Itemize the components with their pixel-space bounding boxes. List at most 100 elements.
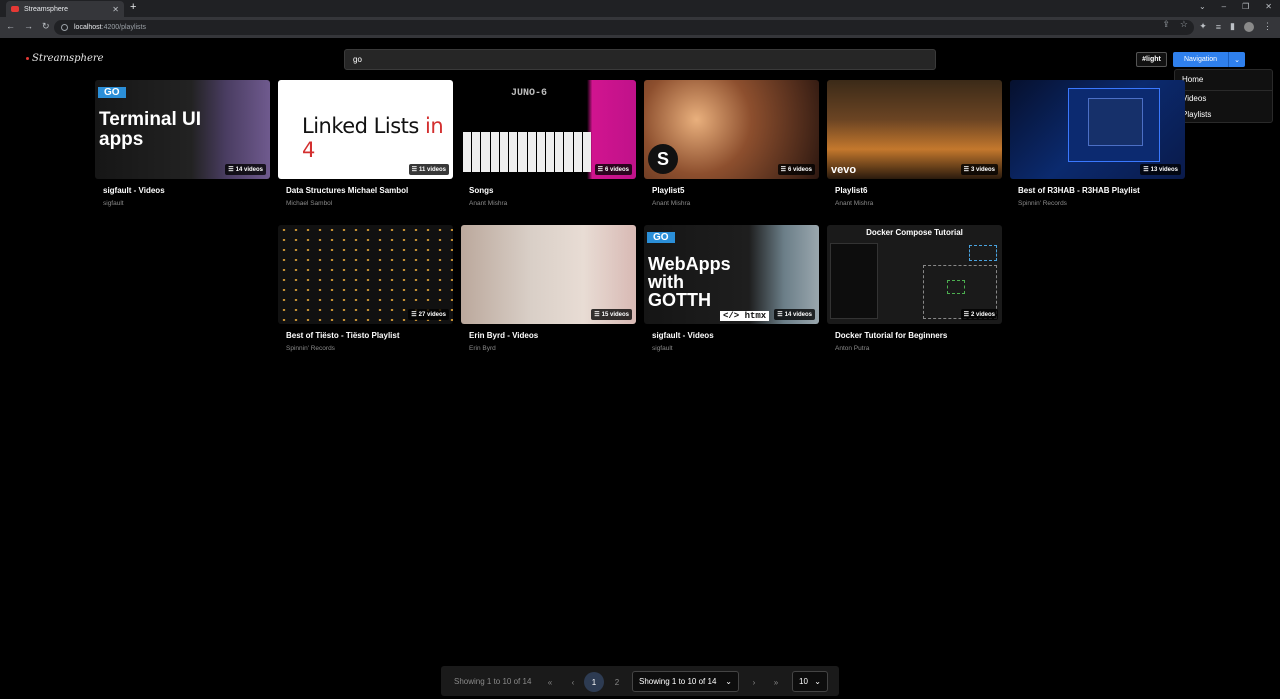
playlist-card[interactable]: GO WebApps with GOTTH </> htmx ☰ 14 video… [644,225,819,352]
playlist-card[interactable]: JUNO-6 ☰ 6 videos Songs Anant Mishra [461,80,636,207]
playlist-thumbnail[interactable]: ☰ 27 videos [278,225,453,324]
thumbnail-text: Docker Compose Tutorial [866,228,963,237]
playlist-author[interactable]: Anant Mishra [652,200,819,207]
reading-list-icon[interactable]: ≡ [1216,22,1221,32]
playlist-icon: ☰ [963,167,969,173]
rows-per-page-dropdown[interactable]: 10 ⌄ [792,671,828,692]
video-count-badge: ☰ 27 videos [408,309,449,320]
playlist-author[interactable]: Erin Byrd [469,345,636,352]
thumbnail-text: GOTTH [648,290,711,310]
video-count-badge: ☰ 6 videos [777,164,815,175]
last-page-icon[interactable]: » [767,674,785,690]
playlist-title[interactable]: sigfault - Videos [652,331,819,340]
pagination-info: Showing 1 to 10 of 14 [454,677,532,686]
playlist-title[interactable]: Songs [469,186,636,195]
playlist-card[interactable]: vevo ☰ 3 videos Playlist6 Anant Mishra [827,80,1002,207]
video-count-badge: ☰ 2 videos [960,309,998,320]
nav-menu-item-playlists[interactable]: Playlists [1182,110,1211,119]
playlist-title[interactable]: Data Structures Michael Sambol [286,186,453,195]
video-count-badge: ☰ 13 videos [1140,164,1181,175]
playlist-thumbnail[interactable]: Linked Lists in 4 ☰ 11 videos [278,80,453,179]
window-controls: ⌄ – ❐ ✕ [1199,2,1272,11]
playlist-thumbnail[interactable]: ☰ 13 videos [1010,80,1185,179]
playlist-icon: ☰ [228,167,234,173]
first-page-icon[interactable]: « [541,674,559,690]
restore-icon[interactable]: ❐ [1242,2,1249,11]
playlist-icon: ☰ [594,312,600,318]
nav-menu-item-home[interactable]: Home [1182,75,1203,84]
playlist-author[interactable]: sigfault [652,345,819,352]
chevron-down-icon[interactable]: ⌄ [1228,52,1245,67]
playlist-thumbnail[interactable]: Docker Compose Tutorial ☰ 2 videos [827,225,1002,324]
back-icon[interactable]: ← [6,21,15,32]
thumbnail-screen-inner [1088,98,1143,146]
thumbnail-text: apps [99,129,144,150]
nav-menu-item-videos[interactable]: Videos [1182,94,1206,103]
page-button-1[interactable]: 1 [584,672,604,692]
forward-icon[interactable]: → [24,21,33,32]
playlist-thumbnail[interactable]: S ☰ 6 videos [644,80,819,179]
playlist-icon: ☰ [411,312,417,318]
thumbnail-text: Terminal UI [99,109,202,130]
playlist-thumbnail[interactable]: ☰ 15 videos [461,225,636,324]
close-window-icon[interactable]: ✕ [1265,2,1272,11]
app-logo[interactable]: Streamsphere [26,53,104,64]
extensions-icon[interactable]: ✦ [1199,21,1207,32]
search-input[interactable] [344,49,936,70]
url-path: :4200/playlists [101,24,146,31]
share-icon[interactable]: ⇪ [1162,19,1170,30]
new-tab-icon[interactable]: + [130,1,136,13]
jump-to-page-dropdown[interactable]: Showing 1 to 10 of 14 ⌄ [632,671,739,692]
playlist-title[interactable]: Playlist6 [835,186,1002,195]
playlist-thumbnail[interactable]: GO WebApps with GOTTH </> htmx ☰ 14 video… [644,225,819,324]
playlist-card[interactable]: Linked Lists in 4 ☰ 11 videos Data Struct… [278,80,453,207]
playlist-author[interactable]: Spinnin' Records [1018,200,1185,207]
playlist-card[interactable]: ☰ 15 videos Erin Byrd - Videos Erin Byrd [461,225,636,352]
playlist-icon: ☰ [597,167,603,173]
next-page-icon[interactable]: › [745,674,763,690]
theme-toggle-button[interactable]: #light [1136,52,1167,67]
video-count: 6 videos [604,166,629,173]
page-button-2[interactable]: 2 [608,674,626,690]
playlist-title[interactable]: sigfault - Videos [103,186,270,195]
playlist-title[interactable]: Playlist5 [652,186,819,195]
playlist-author[interactable]: Anton Putra [835,345,1002,352]
playlist-card[interactable]: Docker Compose Tutorial ☰ 2 videos Docker… [827,225,1002,352]
video-count-badge: ☰ 3 videos [960,164,998,175]
address-bar[interactable]: localhost:4200/playlists [54,20,1194,35]
browser-menu-icon[interactable]: ⋮ [1263,21,1272,32]
navigation-button[interactable]: Navigation ⌄ [1173,52,1245,67]
playlist-author[interactable]: Anant Mishra [835,200,1002,207]
playlist-title[interactable]: Best of Tiësto - Tiësto Playlist [286,331,453,340]
video-count: 14 videos [235,166,263,173]
video-count: 27 videos [418,311,446,318]
playlist-title[interactable]: Best of R3HAB - R3HAB Playlist [1018,186,1185,195]
playlist-author[interactable]: Spinnin' Records [286,345,453,352]
playlist-author[interactable]: sigfault [103,200,270,207]
chevron-down-icon[interactable]: ⌄ [1199,2,1206,11]
playlist-thumbnail[interactable]: GO Terminal UI apps ☰ 14 videos [95,80,270,179]
navigation-button-label[interactable]: Navigation [1173,52,1228,67]
playlist-thumbnail[interactable]: vevo ☰ 3 videos [827,80,1002,179]
browser-tab[interactable]: Streamsphere ✕ [6,1,124,17]
playlist-title[interactable]: Erin Byrd - Videos [469,331,636,340]
playlist-thumbnail[interactable]: JUNO-6 ☰ 6 videos [461,80,636,179]
playlist-author[interactable]: Michael Sambol [286,200,453,207]
playlist-card[interactable]: GO Terminal UI apps ☰ 14 videos sigfault … [95,80,270,207]
playlist-card[interactable]: ☰ 27 videos Best of Tiësto - Tiësto Playl… [278,225,453,352]
bookmark-star-icon[interactable]: ☆ [1180,19,1188,30]
video-count-badge: ☰ 6 videos [594,164,632,175]
site-info-icon[interactable] [61,24,68,31]
menu-divider [1175,90,1272,91]
reload-icon[interactable]: ↻ [42,21,50,32]
playlist-title[interactable]: Docker Tutorial for Beginners [835,331,1002,340]
side-panel-icon[interactable]: ▮ [1230,21,1235,32]
url-host: localhost [74,24,102,31]
playlist-author[interactable]: Anant Mishra [469,200,636,207]
minimize-icon[interactable]: – [1222,2,1226,11]
playlist-card[interactable]: ☰ 13 videos Best of R3HAB - R3HAB Playlis… [1010,80,1185,207]
playlist-card[interactable]: S ☰ 6 videos Playlist5 Anant Mishra [644,80,819,207]
prev-page-icon[interactable]: ‹ [564,674,582,690]
profile-avatar[interactable] [1244,21,1254,32]
close-icon[interactable]: ✕ [112,5,119,14]
